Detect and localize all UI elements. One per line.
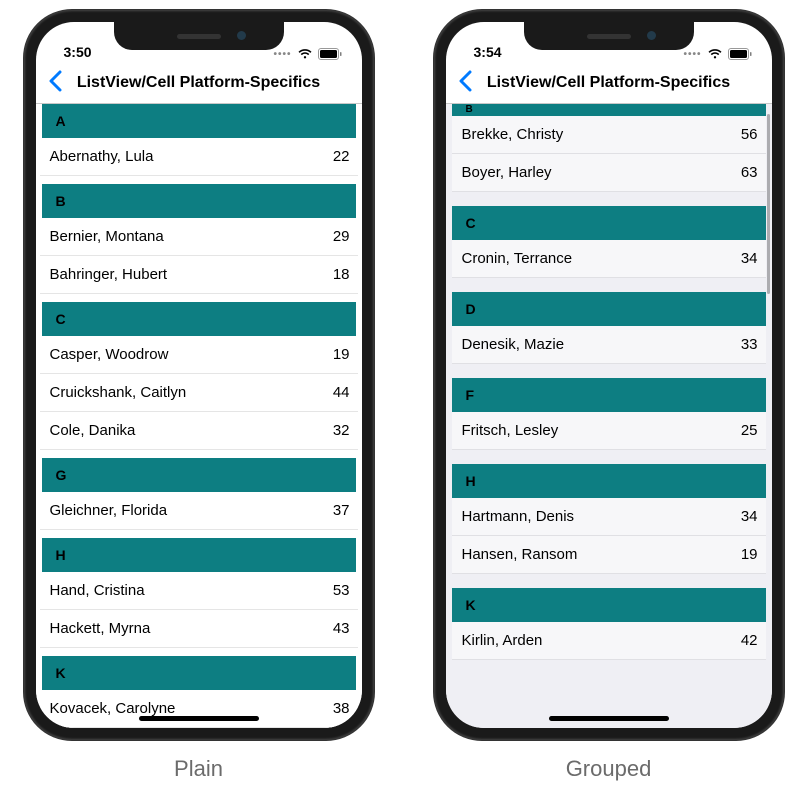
- list-row[interactable]: Hackett, Myrna 43: [40, 610, 358, 648]
- list-row[interactable]: Fritsch, Lesley 25: [452, 412, 766, 450]
- row-name: Fritsch, Lesley: [462, 422, 559, 439]
- row-value: 34: [741, 250, 758, 267]
- notch: [524, 22, 694, 50]
- row-value: 19: [333, 346, 350, 363]
- row-name: Kovacek, Carolyne: [50, 700, 176, 717]
- row-value: 53: [333, 582, 350, 599]
- notch-camera: [237, 31, 246, 40]
- notch: [114, 22, 284, 50]
- row-name: Boyer, Harley: [462, 164, 552, 181]
- row-name: Cruickshank, Caitlyn: [50, 384, 187, 401]
- caption-left: Plain: [174, 756, 223, 782]
- row-value: 44: [333, 384, 350, 401]
- row-name: Bahringer, Hubert: [50, 266, 168, 283]
- wifi-icon: [707, 48, 723, 60]
- section-header: D: [452, 292, 766, 326]
- list-row[interactable]: Gleichner, Florida 37: [40, 492, 358, 530]
- cellular-icon: ••••: [273, 49, 291, 60]
- back-button[interactable]: [44, 69, 66, 97]
- scroll-indicator[interactable]: [767, 114, 770, 294]
- row-name: Abernathy, Lula: [50, 148, 154, 165]
- phone-frame-right: 3:54 •••• ListView/C: [434, 10, 784, 740]
- row-name: Brekke, Christy: [462, 126, 564, 143]
- row-value: 63: [741, 164, 758, 181]
- list-row[interactable]: Boyer, Harley 63: [452, 154, 766, 192]
- section-header-partial: B: [452, 104, 766, 116]
- nav-bar: ListView/Cell Platform-Specifics: [446, 62, 772, 104]
- cellular-icon: ••••: [683, 49, 701, 60]
- list-row[interactable]: Kovacek, Carolyne 38: [40, 690, 358, 728]
- row-name: Cronin, Terrance: [462, 250, 573, 267]
- row-value: 34: [741, 508, 758, 525]
- row-name: Hartmann, Denis: [462, 508, 575, 525]
- notch-speaker: [177, 34, 221, 39]
- row-name: Hand, Cristina: [50, 582, 145, 599]
- row-name: Casper, Woodrow: [50, 346, 169, 363]
- list-row[interactable]: Kirlin, Arden 42: [452, 622, 766, 660]
- list-row[interactable]: Cruickshank, Caitlyn 44: [40, 374, 358, 412]
- row-value: 33: [741, 336, 758, 353]
- row-value: 25: [741, 422, 758, 439]
- row-value: 18: [333, 266, 350, 283]
- section-header: G: [42, 458, 356, 492]
- list-row[interactable]: Hand, Cristina 53: [40, 572, 358, 610]
- section-header: K: [42, 656, 356, 690]
- section-header: F: [452, 378, 766, 412]
- notch-camera: [647, 31, 656, 40]
- section-header: K: [452, 588, 766, 622]
- row-name: Hansen, Ransom: [462, 546, 578, 563]
- list-row[interactable]: Brekke, Christy 56: [452, 116, 766, 154]
- phone-frame-left: 3:50 •••• ListView/C: [24, 10, 374, 740]
- row-value: 38: [333, 700, 350, 717]
- row-value: 56: [741, 126, 758, 143]
- list-view-plain[interactable]: A Abernathy, Lula 22 B Bernier, Montana 29 Bah…: [36, 104, 362, 728]
- phone-screen-right: 3:54 •••• ListView/C: [446, 22, 772, 728]
- section-header: C: [42, 302, 356, 336]
- list-row[interactable]: Bahringer, Hubert 18: [40, 256, 358, 294]
- row-name: Bernier, Montana: [50, 228, 164, 245]
- row-value: 32: [333, 422, 350, 439]
- battery-icon: [728, 48, 752, 60]
- section-header: C: [452, 206, 766, 240]
- row-value: 37: [333, 502, 350, 519]
- caption-right: Grouped: [566, 756, 652, 782]
- list-content: BBrekke, Christy56Boyer, Harley63CCronin…: [446, 104, 772, 660]
- status-time: 3:50: [64, 44, 92, 60]
- row-name: Hackett, Myrna: [50, 620, 151, 637]
- section-header: A: [42, 104, 356, 138]
- list-row[interactable]: Hansen, Ransom 19: [452, 536, 766, 574]
- battery-icon: [318, 48, 342, 60]
- row-value: 42: [741, 632, 758, 649]
- list-row[interactable]: Cole, Danika 32: [40, 412, 358, 450]
- section-header: H: [452, 464, 766, 498]
- section-header: B: [42, 184, 356, 218]
- list-view-grouped[interactable]: BBrekke, Christy56Boyer, Harley63CCronin…: [446, 104, 772, 728]
- nav-bar: ListView/Cell Platform-Specifics: [36, 62, 362, 104]
- nav-title: ListView/Cell Platform-Specifics: [446, 74, 772, 92]
- list-row[interactable]: Cronin, Terrance 34: [452, 240, 766, 278]
- row-value: 22: [333, 148, 350, 165]
- list-row[interactable]: Casper, Woodrow 19: [40, 336, 358, 374]
- row-name: Cole, Danika: [50, 422, 136, 439]
- list-row[interactable]: Bernier, Montana 29: [40, 218, 358, 256]
- list-row[interactable]: Denesik, Mazie 33: [452, 326, 766, 364]
- row-value: 43: [333, 620, 350, 637]
- row-value: 19: [741, 546, 758, 563]
- list-content: A Abernathy, Lula 22 B Bernier, Montana 29 Bah…: [36, 104, 362, 728]
- list-row[interactable]: Hartmann, Denis 34: [452, 498, 766, 536]
- phone-screen-left: 3:50 •••• ListView/C: [36, 22, 362, 728]
- notch-speaker: [587, 34, 631, 39]
- nav-title: ListView/Cell Platform-Specifics: [36, 74, 362, 92]
- home-indicator[interactable]: [549, 716, 669, 721]
- home-indicator[interactable]: [139, 716, 259, 721]
- row-name: Gleichner, Florida: [50, 502, 168, 519]
- row-value: 29: [333, 228, 350, 245]
- wifi-icon: [297, 48, 313, 60]
- back-button[interactable]: [454, 69, 476, 97]
- section-header: H: [42, 538, 356, 572]
- row-name: Kirlin, Arden: [462, 632, 543, 649]
- status-time: 3:54: [474, 44, 502, 60]
- list-row[interactable]: Abernathy, Lula 22: [40, 138, 358, 176]
- row-name: Denesik, Mazie: [462, 336, 565, 353]
